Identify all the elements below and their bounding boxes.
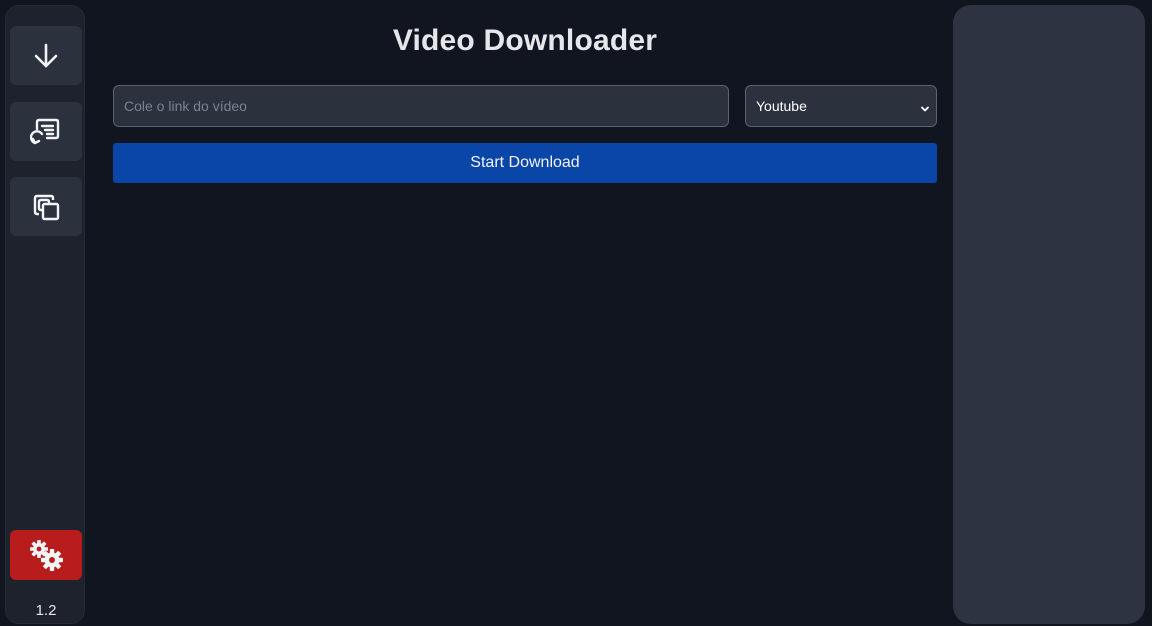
video-url-input[interactable]: [113, 85, 729, 127]
settings-button[interactable]: [10, 530, 82, 580]
copy-icon: [30, 191, 62, 223]
main-content: Video Downloader Youtube Start Download: [113, 0, 937, 626]
source-select[interactable]: Youtube: [745, 85, 937, 127]
playlist-icon: [30, 116, 62, 148]
right-panel: [953, 5, 1145, 624]
sidebar-item-copy[interactable]: [10, 177, 82, 236]
download-arrow-icon: [32, 42, 60, 70]
app-window: 1.2 Video Downloader Youtube Start Downl…: [0, 0, 1152, 626]
start-download-button[interactable]: Start Download: [113, 143, 937, 183]
sidebar: 1.2: [5, 5, 85, 624]
sidebar-item-playlist[interactable]: [10, 102, 82, 161]
sidebar-item-download[interactable]: [10, 26, 82, 85]
version-label: 1.2: [35, 602, 57, 619]
page-title: Video Downloader: [392, 24, 658, 57]
chevron-down-icon: [920, 101, 930, 117]
gears-icon: [28, 538, 64, 572]
source-select-value: Youtube: [756, 98, 807, 114]
